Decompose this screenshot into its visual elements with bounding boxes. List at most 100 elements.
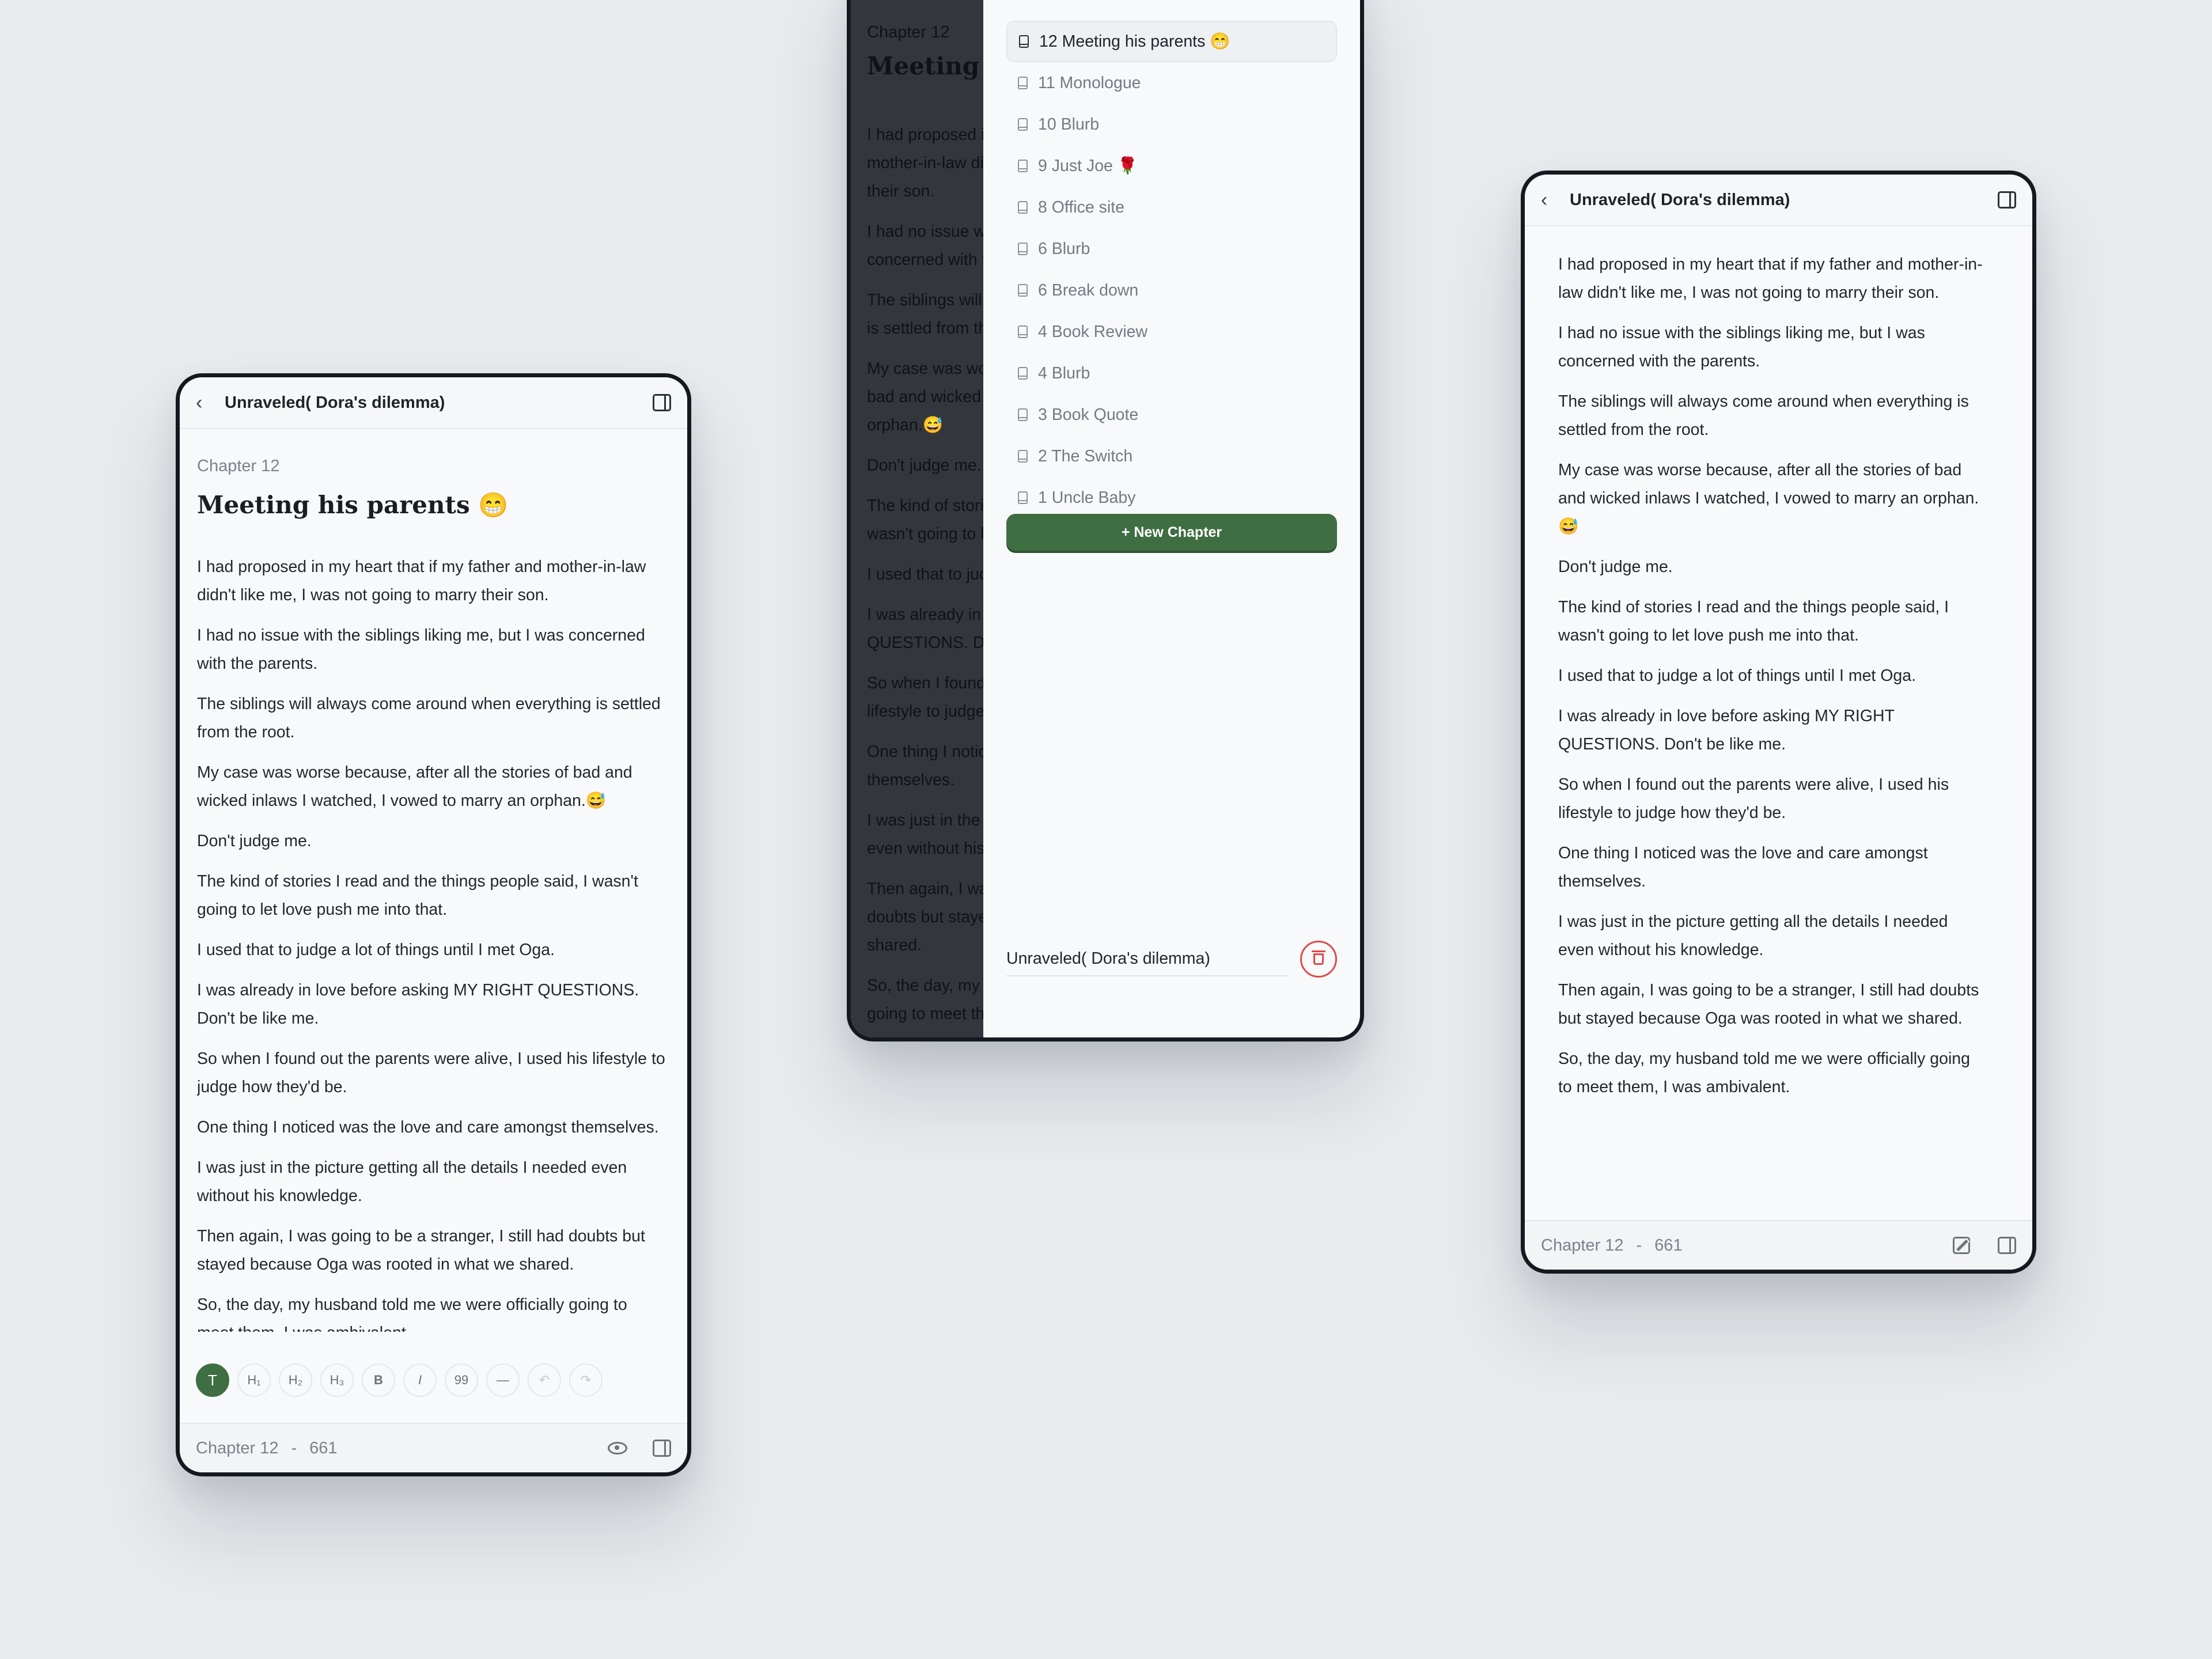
paragraph: So when I found out the parents were ali… bbox=[1558, 775, 1949, 822]
chapter-item[interactable]: 10 Blurb bbox=[1006, 104, 1337, 145]
paragraph: I had no issue with the siblings liking … bbox=[1558, 324, 1925, 370]
chapters-phone: Chapter 12 Meeting his parents 😁 I had p… bbox=[847, 0, 1364, 1041]
chapter-item[interactable]: 6 Blurb bbox=[1006, 228, 1337, 270]
reader-header: ‹ Unraveled( Dora's dilemma) bbox=[1525, 175, 2032, 226]
book-icon bbox=[1018, 367, 1028, 380]
paragraph: The kind of stories I read and the thing… bbox=[1558, 598, 1949, 645]
paragraph: The kind of stories I read and the thing… bbox=[197, 872, 638, 919]
delete-book-button[interactable] bbox=[1300, 941, 1337, 978]
chapter-title[interactable]: Meeting his parents 😁 bbox=[197, 489, 666, 521]
book-icon bbox=[1018, 118, 1028, 131]
footer-chapter-label: Chapter 12 bbox=[1541, 1236, 1624, 1255]
sidebar-panel-icon[interactable] bbox=[653, 394, 671, 411]
chapter-item[interactable]: 1 Uncle Baby bbox=[1006, 477, 1337, 518]
editor-phone: ‹ Unraveled( Dora's dilemma) Chapter 12 … bbox=[176, 373, 691, 1476]
book-title: Unraveled( Dora's dilemma) bbox=[225, 393, 445, 412]
paragraph: I had proposed in my heart that if my fa… bbox=[1558, 255, 1983, 302]
chapter-item-label: 6 Break down bbox=[1038, 281, 1139, 300]
word-count: 661 bbox=[309, 1438, 338, 1457]
preview-eye-icon[interactable] bbox=[608, 1442, 627, 1455]
paragraph: Then again, I was going to be a stranger… bbox=[867, 880, 983, 955]
paragraph: I used that to judge a lot of things unt… bbox=[867, 565, 983, 584]
chapter-item[interactable]: 6 Break down bbox=[1006, 270, 1337, 311]
book-icon bbox=[1018, 325, 1028, 338]
paragraph: I was already in love before asking MY R… bbox=[1558, 707, 1895, 753]
book-name-row: Unraveled( Dora's dilemma) bbox=[1006, 939, 1337, 979]
chapter-item[interactable]: 2 The Switch bbox=[1006, 435, 1337, 477]
paragraph: Don't judge me. bbox=[197, 832, 312, 850]
paragraph: I had no issue with the siblings liking … bbox=[197, 626, 645, 673]
paragraph: I was just in the picture getting all th… bbox=[1558, 912, 1948, 959]
chapter-item[interactable]: 8 Office site bbox=[1006, 187, 1337, 228]
book-icon bbox=[1018, 201, 1028, 214]
heading2-button[interactable]: H₂ bbox=[279, 1363, 312, 1397]
trash-icon bbox=[1312, 950, 1325, 965]
editor-footer: Chapter 12 - 661 bbox=[180, 1423, 687, 1472]
chapter-item[interactable]: 11 Monologue bbox=[1006, 62, 1337, 104]
edit-icon[interactable] bbox=[1953, 1237, 1970, 1254]
editor-body[interactable]: I had proposed in my heart that if my fa… bbox=[197, 553, 666, 1332]
dimmed-editor-backdrop[interactable]: Chapter 12 Meeting his parents 😁 I had p… bbox=[851, 0, 983, 1037]
ghost-body: I had proposed in my heart that if my fa… bbox=[867, 121, 983, 1037]
new-chapter-button[interactable]: + New Chapter bbox=[1006, 514, 1337, 551]
chapter-item[interactable]: 3 Book Quote bbox=[1006, 394, 1337, 435]
book-title: Unraveled( Dora's dilemma) bbox=[1570, 190, 1790, 209]
chapter-label: Chapter 12 bbox=[197, 457, 280, 475]
paragraph: I had proposed in my heart that if my fa… bbox=[867, 126, 983, 200]
editor-header: ‹ Unraveled( Dora's dilemma) bbox=[180, 377, 687, 429]
chapter-item-label: 6 Blurb bbox=[1038, 239, 1090, 258]
chapter-item-label: 4 Blurb bbox=[1038, 363, 1090, 382]
paragraph: Don't judge me. bbox=[1558, 558, 1673, 576]
sidebar-panel-icon[interactable] bbox=[1998, 1237, 2016, 1254]
chapter-item[interactable]: 12 Meeting his parents 😁 bbox=[1006, 21, 1337, 62]
back-chevron-icon[interactable]: ‹ bbox=[196, 392, 225, 414]
footer-separator: - bbox=[1636, 1236, 1642, 1255]
paragraph: So, the day, my husband told me we were … bbox=[1558, 1050, 1971, 1096]
format-toolbar: T H₁ H₂ H₃ B I 99— ↶ ↷ bbox=[196, 1363, 603, 1397]
heading3-button[interactable]: H₃ bbox=[320, 1363, 354, 1397]
divider-button[interactable]: — bbox=[486, 1363, 520, 1397]
chapter-item[interactable]: 4 Blurb bbox=[1006, 353, 1337, 394]
bold-button[interactable]: B bbox=[362, 1363, 395, 1397]
heading1-button[interactable]: H₁ bbox=[237, 1363, 271, 1397]
paragraph: I was just in the picture getting all th… bbox=[197, 1158, 627, 1205]
text-style-button[interactable]: T bbox=[196, 1363, 229, 1397]
paragraph: I had proposed in my heart that if my fa… bbox=[197, 558, 646, 604]
paragraph: The siblings will always come around whe… bbox=[1558, 392, 1969, 439]
ghost-chapter-title: Meeting his parents 😁 bbox=[867, 52, 983, 80]
paragraph: So when I found out the parents were ali… bbox=[197, 1050, 665, 1096]
reader-footer: Chapter 12 - 661 bbox=[1525, 1220, 2032, 1270]
paragraph: The siblings will always come around whe… bbox=[197, 695, 661, 741]
book-name-field[interactable]: Unraveled( Dora's dilemma) bbox=[1006, 942, 1287, 976]
paragraph: One thing I noticed was the love and car… bbox=[197, 1118, 659, 1137]
chapter-item[interactable]: 4 Book Review bbox=[1006, 311, 1337, 353]
reader-phone: ‹ Unraveled( Dora's dilemma) I had propo… bbox=[1521, 171, 2036, 1274]
book-icon bbox=[1018, 243, 1028, 255]
book-icon bbox=[1018, 160, 1028, 172]
chapter-item-label: 12 Meeting his parents 😁 bbox=[1039, 32, 1230, 51]
paragraph: I was already in love before asking MY R… bbox=[197, 981, 639, 1028]
chapter-item[interactable]: 9 Just Joe 🌹 bbox=[1006, 145, 1337, 187]
chapter-item-label: 9 Just Joe 🌹 bbox=[1038, 157, 1138, 175]
paragraph: Don't judge me. bbox=[867, 456, 982, 475]
italic-button[interactable]: I bbox=[403, 1363, 437, 1397]
paragraph: The siblings will always come around whe… bbox=[867, 291, 983, 338]
paragraph: My case was worse because, after all the… bbox=[197, 763, 632, 810]
sidebar-panel-icon[interactable] bbox=[1998, 191, 2016, 209]
back-chevron-icon[interactable]: ‹ bbox=[1541, 189, 1570, 211]
word-count: 661 bbox=[1654, 1236, 1683, 1255]
undo-button[interactable]: ↶ bbox=[528, 1363, 561, 1397]
chapter-item-label: 3 Book Quote bbox=[1038, 405, 1139, 424]
paragraph: Then again, I was going to be a stranger… bbox=[1558, 981, 1979, 1028]
redo-button[interactable]: ↷ bbox=[569, 1363, 603, 1397]
chapter-item-label: 10 Blurb bbox=[1038, 115, 1100, 134]
book-icon bbox=[1019, 35, 1029, 48]
book-icon bbox=[1018, 408, 1028, 421]
book-icon bbox=[1018, 77, 1028, 89]
paragraph: I was just in the picture getting all th… bbox=[867, 811, 983, 858]
paragraph: My case was worse because, after all the… bbox=[867, 359, 983, 434]
paragraph: So, the day, my husband told me we were … bbox=[867, 976, 983, 1023]
sidebar-panel-icon[interactable] bbox=[653, 1440, 671, 1457]
quote-button[interactable]: 99 bbox=[445, 1363, 478, 1397]
paragraph: So when I found out the parents were ali… bbox=[867, 674, 983, 721]
